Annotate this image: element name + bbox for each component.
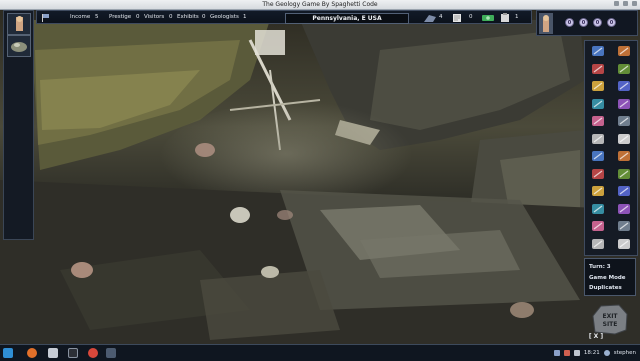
notes-icon[interactable] — [617, 203, 631, 215]
visitors-value: 0 — [169, 14, 173, 20]
counter-b-value: 0 — [469, 14, 473, 20]
geologist-portrait[interactable] — [7, 13, 31, 35]
pen-icon[interactable] — [591, 220, 605, 232]
gps-icon[interactable] — [591, 150, 605, 162]
sieve-icon[interactable] — [617, 168, 631, 180]
sample-bag-icon[interactable] — [617, 80, 631, 92]
clipboard-icon[interactable] — [499, 13, 511, 23]
drill-icon[interactable] — [591, 80, 605, 92]
chisel-icon[interactable] — [617, 115, 631, 127]
user-icon[interactable] — [603, 350, 610, 356]
exhibits-label: Exhibits — [177, 14, 199, 20]
specimen-count-4: 0 — [607, 18, 616, 27]
volume-icon[interactable] — [573, 350, 580, 356]
window-titlebar: The Geology Game By Spaghetti Code — [0, 0, 640, 10]
helmet-icon[interactable] — [617, 150, 631, 162]
rock-sample-icon — [11, 42, 27, 52]
map-icon[interactable] — [591, 115, 605, 127]
crate-icon[interactable] — [591, 185, 605, 197]
camera-icon[interactable] — [617, 185, 631, 197]
geologist-icon — [16, 16, 23, 31]
minimize-button[interactable] — [614, 1, 619, 6]
rock-sample-slot[interactable] — [7, 35, 31, 57]
clock: 18:21 — [583, 350, 600, 356]
specimen-count-2: 0 — [579, 18, 588, 27]
terminal-icon[interactable] — [68, 348, 78, 358]
pick-icon[interactable] — [617, 45, 631, 57]
geologists-value: 1 — [243, 14, 247, 20]
compass-icon[interactable] — [617, 98, 631, 110]
hat-icon[interactable] — [617, 238, 631, 250]
game-window-icon[interactable] — [106, 348, 116, 358]
hammer-icon[interactable] — [591, 45, 605, 57]
exit-site-label-2: SITE — [603, 321, 618, 328]
location-label: Pennsylvania, E USA — [285, 13, 409, 24]
geologist-avatar-icon[interactable] — [539, 13, 553, 34]
specimen-strip: 0 0 0 0 — [536, 10, 638, 36]
close-button[interactable] — [632, 1, 637, 6]
stats-bar: Income 5 Prestige 0 Visitors 0 Exhibits … — [36, 10, 532, 24]
maximize-button[interactable] — [623, 1, 628, 6]
brush-icon[interactable] — [591, 133, 605, 145]
exhibits-value: 0 — [202, 14, 206, 20]
game-mode-value: Duplicates — [589, 285, 622, 291]
system-tray: 18:21 stephen — [553, 345, 636, 361]
document-icon[interactable] — [451, 13, 463, 23]
scale-icon[interactable] — [591, 168, 605, 180]
specimen-count-3: 0 — [593, 18, 602, 27]
update-icon[interactable] — [563, 350, 570, 356]
flag-icon — [42, 14, 49, 22]
network-icon[interactable] — [553, 350, 560, 356]
map-icon[interactable] — [423, 13, 437, 23]
start-menu-icon[interactable] — [3, 348, 13, 358]
counter-a-value: 4 — [439, 14, 443, 20]
ruler-icon[interactable] — [617, 220, 631, 232]
prestige-label: Prestige — [109, 14, 132, 20]
taskbar: 18:21 stephen — [0, 344, 640, 361]
tool-panel — [584, 40, 638, 256]
counter-c-value: 1 — [515, 14, 519, 20]
income-label: Income — [70, 14, 91, 20]
prestige-value: 0 — [136, 14, 140, 20]
firefox-icon[interactable] — [27, 348, 37, 358]
exit-site-label: EXIT — [602, 313, 618, 320]
close-site-button[interactable]: [ X ] — [584, 333, 608, 340]
acid-icon[interactable] — [591, 98, 605, 110]
exit-site-button[interactable]: EXIT SITE — [591, 302, 629, 336]
geologists-label: Geologists — [210, 14, 239, 20]
user-name: stephen — [613, 350, 636, 356]
chrome-icon[interactable] — [88, 348, 98, 358]
turn-panel: Turn: 3 Game Mode Duplicates — [584, 258, 636, 296]
lamp-icon[interactable] — [617, 133, 631, 145]
cave-scene[interactable] — [0, 10, 640, 344]
window-title: The Geology Game By Spaghetti Code — [262, 1, 378, 8]
window-controls — [614, 1, 637, 6]
income-value: 5 — [95, 14, 99, 20]
game-mode-label: Game Mode — [589, 275, 626, 281]
magnifier-icon[interactable] — [591, 63, 605, 75]
book-icon[interactable] — [617, 63, 631, 75]
money-icon[interactable] — [481, 13, 495, 23]
visitors-label: Visitors — [144, 14, 165, 20]
game-area[interactable]: Income 5 Prestige 0 Visitors 0 Exhibits … — [0, 10, 640, 344]
phone-icon[interactable] — [591, 203, 605, 215]
turn-counter: Turn: 3 — [589, 264, 611, 270]
star-icon[interactable] — [591, 238, 605, 250]
specimen-count-1: 0 — [565, 18, 574, 27]
left-panel — [3, 10, 34, 240]
files-icon[interactable] — [48, 348, 58, 358]
